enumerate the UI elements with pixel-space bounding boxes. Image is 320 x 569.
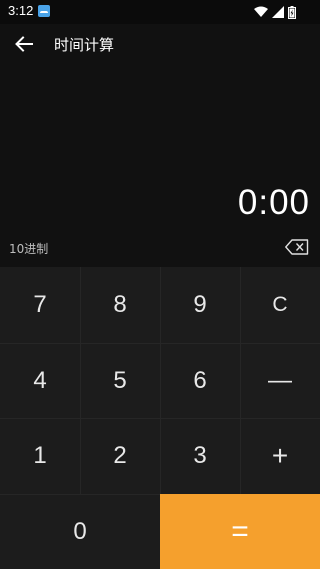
key-7[interactable]: 7 [0,267,80,343]
app-header: 时间计算 [0,24,320,66]
key-3[interactable]: 3 [160,418,240,494]
time-calculator-screen: 3:12 时间计算 0:00 10进制 7 8 9 C 4 5 6 — 1 2 … [0,0,320,569]
status-icons [254,5,296,19]
add-button[interactable]: + [240,418,320,494]
notification-app-icon [38,5,50,17]
page-title: 时间计算 [54,36,115,54]
signal-icon [272,6,284,18]
key-6[interactable]: 6 [160,343,240,418]
keypad-divider [240,267,241,494]
equals-button[interactable]: = [160,494,320,569]
backspace-button[interactable] [284,239,310,259]
key-4[interactable]: 4 [0,343,80,418]
keypad-divider [80,267,81,494]
keypad-divider [0,343,320,344]
key-9[interactable]: 9 [160,267,240,343]
key-0[interactable]: 0 [0,494,160,569]
key-1[interactable]: 1 [0,418,80,494]
wifi-icon [254,6,268,18]
key-5[interactable]: 5 [80,343,160,418]
keypad-divider [0,418,320,419]
arrow-left-icon [15,36,33,56]
back-button[interactable] [10,32,38,60]
keypad-divider [160,267,161,494]
subtract-button[interactable]: — [240,343,320,418]
key-2[interactable]: 2 [80,418,160,494]
status-time: 3:12 [8,3,34,18]
keypad-divider [0,494,160,495]
backspace-icon [285,239,309,259]
status-bar: 3:12 [0,0,320,24]
display-value: 0:00 [237,183,310,222]
number-base-mode[interactable]: 10进制 [9,240,48,258]
clear-button[interactable]: C [240,267,320,343]
battery-charging-icon [288,5,296,19]
key-8[interactable]: 8 [80,267,160,343]
keypad: 7 8 9 C 4 5 6 — 1 2 3 + 0 = [0,267,320,569]
